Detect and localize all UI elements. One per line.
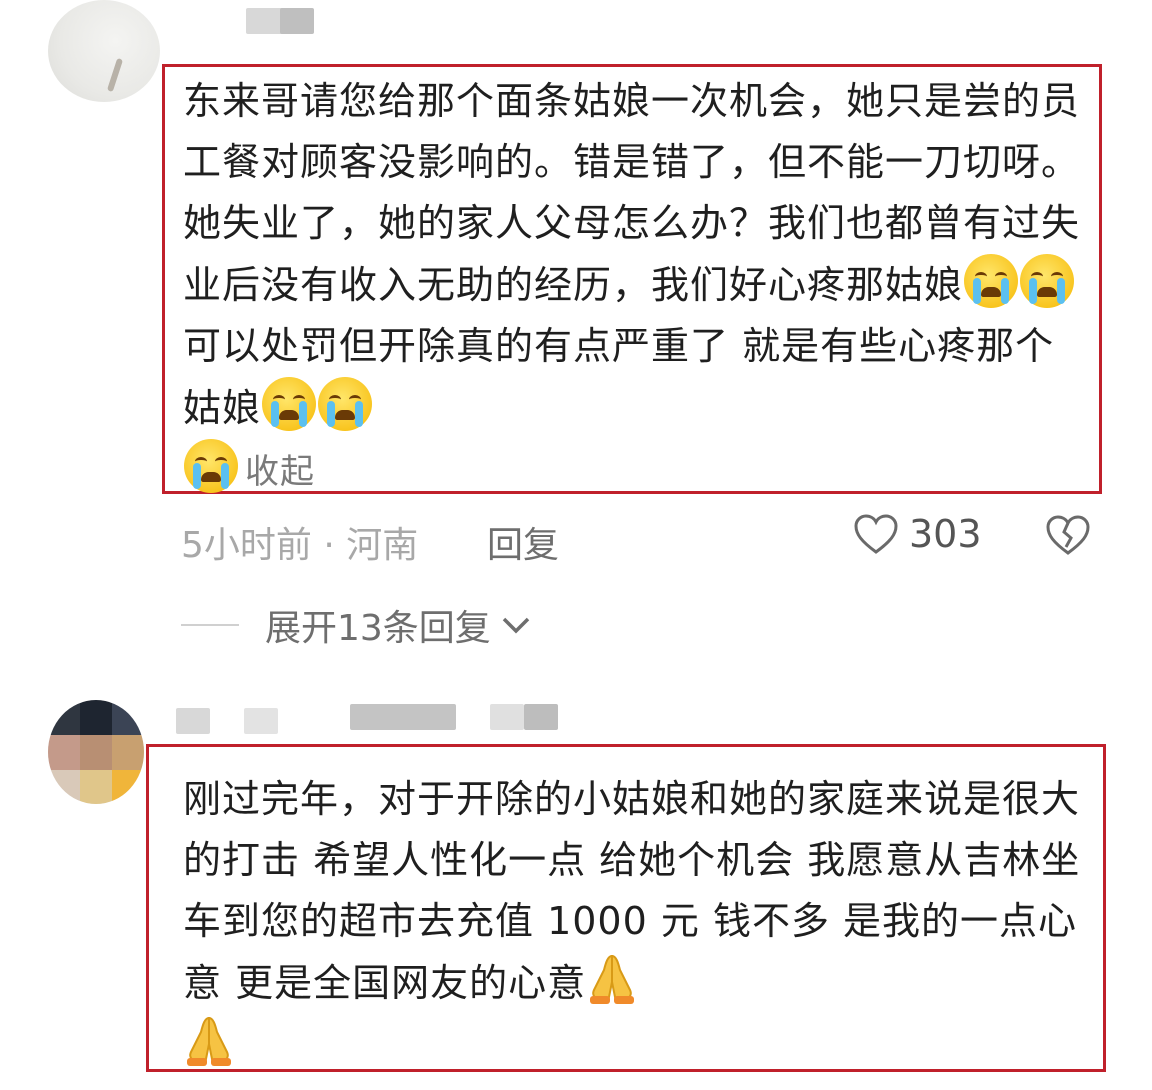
time-location: 5小时前 · 河南 [181, 525, 419, 566]
like-count: 303 [909, 512, 982, 556]
comment-feed: 东来哥请您给那个面条姑娘一次机会，她只是尝的员工餐对顾客没影响的。错是错了，但不… [0, 0, 1152, 1090]
highlighted-comment-box: 刚过完年，对于开除的小姑娘和她的家庭来说是很大的打击 希望人性化一点 给她个机会… [146, 744, 1106, 1072]
crying-face-emoji [262, 377, 317, 431]
commenter-name-redacted [280, 8, 314, 34]
collapse-button[interactable]: 收起 [245, 452, 315, 492]
commenter-name-redacted [350, 704, 456, 730]
commenter-avatar[interactable] [48, 0, 160, 102]
comment-meta: 5小时前 · 河南 回复 303 [181, 512, 1101, 566]
comment-text: 东来哥请您给那个面条姑娘一次机会，她只是尝的员工餐对顾客没影响的。错是错了，但不… [183, 79, 1081, 493]
like-button[interactable]: 303 [853, 512, 982, 556]
divider-line [181, 624, 239, 626]
commenter-name-redacted [244, 708, 278, 734]
commenter-name-redacted [524, 704, 558, 730]
highlighted-comment-box: 东来哥请您给那个面条姑娘一次机会，她只是尝的员工餐对顾客没影响的。错是错了，但不… [162, 64, 1102, 494]
commenter-avatar[interactable] [48, 700, 144, 804]
crying-face-emoji [318, 377, 373, 431]
loudly-crying-face-emoji [1020, 254, 1075, 308]
folded-hands-emoji [183, 1014, 235, 1068]
chevron-down-icon [502, 617, 530, 634]
commenter-name-redacted [490, 704, 524, 730]
broken-heart-icon [1046, 515, 1090, 555]
expand-replies-label: 展开13条回复 [265, 608, 491, 649]
commenter-name-redacted [176, 708, 210, 734]
folded-hands-emoji [586, 952, 638, 1006]
comment-text: 刚过完年，对于开除的小姑娘和她的家庭来说是很大的打击 希望人性化一点 给她个机会… [183, 769, 1098, 1076]
reply-button[interactable]: 回复 [487, 516, 559, 568]
heart-icon [854, 514, 898, 554]
loudly-crying-face-emoji [964, 254, 1019, 308]
crying-face-emoji [184, 439, 238, 493]
dislike-button[interactable] [1045, 514, 1091, 565]
expand-replies-button[interactable]: 展开13条回复 [181, 600, 531, 650]
